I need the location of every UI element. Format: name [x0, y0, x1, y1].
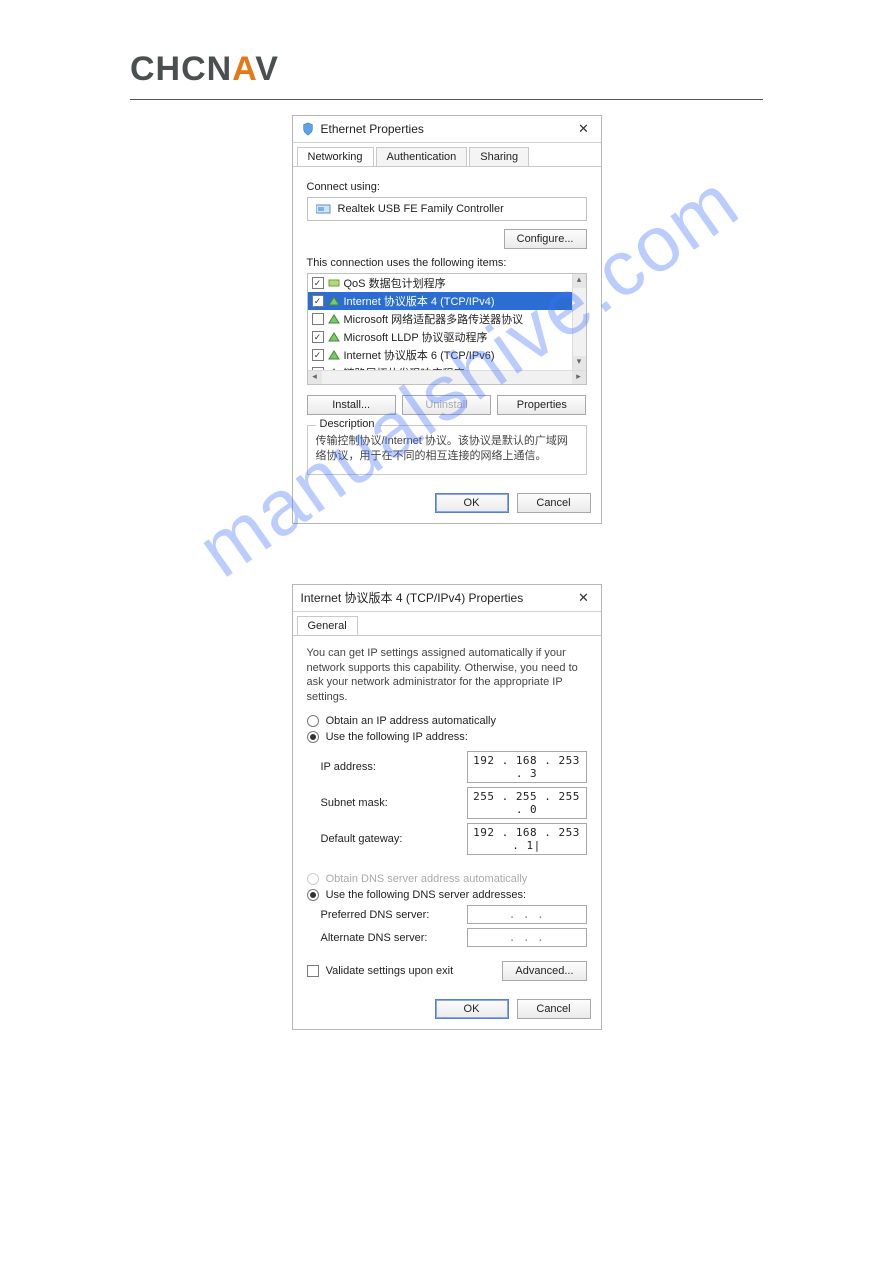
dialog-title: Internet 协议版本 4 (TCP/IPv4) Properties: [301, 589, 524, 606]
checkbox[interactable]: [312, 295, 324, 307]
ip-address-input[interactable]: 192 . 168 . 253 . 3: [467, 751, 587, 783]
subnet-mask-label: Subnet mask:: [321, 797, 467, 809]
tab-networking[interactable]: Networking: [297, 147, 374, 166]
preferred-dns-label: Preferred DNS server:: [321, 909, 467, 921]
dialog-title: Ethernet Properties: [321, 122, 424, 136]
radio-icon: [307, 873, 319, 885]
obtain-dns-label: Obtain DNS server address automatically: [326, 873, 528, 885]
item-label: QoS 数据包计划程序: [344, 275, 446, 291]
scrollbar-vertical[interactable]: ▴ ▾: [572, 274, 586, 370]
use-dns-label: Use the following DNS server addresses:: [326, 889, 527, 901]
protocol-icon: [328, 331, 340, 343]
nic-icon: [316, 203, 332, 215]
checkbox[interactable]: [312, 331, 324, 343]
checkbox[interactable]: [312, 349, 324, 361]
default-gateway-label: Default gateway:: [321, 833, 467, 845]
list-item[interactable]: Internet 协议版本 6 (TCP/IPv6): [308, 346, 572, 364]
tab-strip: Networking Authentication Sharing: [293, 143, 601, 167]
brand-text-a: CHCN: [130, 50, 232, 88]
radio-icon: [307, 715, 319, 727]
connect-using-label: Connect using:: [307, 181, 587, 193]
list-item[interactable]: Internet 协议版本 4 (TCP/IPv4): [308, 292, 572, 310]
cancel-button[interactable]: Cancel: [517, 999, 591, 1019]
obtain-ip-radio[interactable]: Obtain an IP address automatically: [307, 715, 496, 727]
use-ip-label: Use the following IP address:: [326, 731, 468, 743]
description-group: Description 传输控制协议/Internet 协议。该协议是默认的广域…: [307, 425, 587, 475]
alternate-dns-input[interactable]: . . .: [467, 928, 587, 947]
item-label: Microsoft 网络适配器多路传送器协议: [344, 311, 524, 327]
protocol-icon: [328, 349, 340, 361]
install-button[interactable]: Install...: [307, 395, 396, 415]
checkbox[interactable]: [312, 277, 324, 289]
radio-icon: [307, 889, 319, 901]
ethernet-properties-dialog: Ethernet Properties ✕ Networking Authent…: [292, 115, 602, 524]
network-icon: [301, 122, 315, 136]
checkbox-icon: [307, 965, 319, 977]
close-button[interactable]: ✕: [575, 589, 593, 607]
ip-address-label: IP address:: [321, 761, 467, 773]
list-item[interactable]: Microsoft 网络适配器多路传送器协议: [308, 310, 572, 328]
adapter-name: Realtek USB FE Family Controller: [338, 203, 504, 215]
tab-general[interactable]: General: [297, 616, 358, 635]
configure-button[interactable]: Configure...: [504, 229, 587, 249]
tab-sharing[interactable]: Sharing: [469, 147, 529, 166]
intro-text: You can get IP settings assigned automat…: [307, 646, 587, 705]
alternate-dns-label: Alternate DNS server:: [321, 932, 467, 944]
scrollbar-horizontal[interactable]: ◂ ▸: [308, 370, 586, 384]
dialog-titlebar: Internet 协议版本 4 (TCP/IPv4) Properties ✕: [293, 585, 601, 612]
validate-checkbox[interactable]: Validate settings upon exit: [307, 965, 454, 977]
description-legend: Description: [316, 418, 379, 430]
uninstall-button: Uninstall: [402, 395, 491, 415]
list-item[interactable]: Microsoft LLDP 协议驱动程序: [308, 328, 572, 346]
properties-button[interactable]: Properties: [497, 395, 586, 415]
header-divider: [130, 99, 763, 100]
brand-text-b: A: [232, 50, 255, 88]
default-gateway-input[interactable]: 192 . 168 . 253 . 1|: [467, 823, 587, 855]
scroll-right-icon[interactable]: ▸: [572, 371, 586, 384]
ipv4-properties-dialog: Internet 协议版本 4 (TCP/IPv4) Properties ✕ …: [292, 584, 602, 1031]
protocol-icon: [328, 295, 340, 307]
protocol-icon: [328, 277, 340, 289]
item-label: Internet 协议版本 6 (TCP/IPv6): [344, 347, 495, 363]
advanced-button[interactable]: Advanced...: [502, 961, 586, 981]
protocol-list[interactable]: QoS 数据包计划程序 Internet 协议版本 4 (TCP/IPv4) M…: [307, 273, 587, 385]
cancel-button[interactable]: Cancel: [517, 493, 591, 513]
checkbox[interactable]: [312, 313, 324, 325]
validate-label: Validate settings upon exit: [326, 965, 454, 977]
use-ip-radio[interactable]: Use the following IP address:: [307, 731, 468, 743]
brand-text-c: V: [255, 50, 279, 88]
list-item[interactable]: QoS 数据包计划程序: [308, 274, 572, 292]
ok-button[interactable]: OK: [435, 999, 509, 1019]
brand-logo: CHCNAV: [130, 50, 763, 89]
preferred-dns-input[interactable]: . . .: [467, 905, 587, 924]
item-label: Microsoft LLDP 协议驱动程序: [344, 329, 488, 345]
close-button[interactable]: ✕: [575, 120, 593, 138]
use-dns-radio[interactable]: Use the following DNS server addresses:: [307, 889, 527, 901]
ok-button[interactable]: OK: [435, 493, 509, 513]
item-label: Internet 协议版本 4 (TCP/IPv4): [344, 293, 495, 309]
scroll-up-icon[interactable]: ▴: [573, 274, 586, 288]
scroll-left-icon[interactable]: ◂: [308, 371, 322, 384]
tab-authentication[interactable]: Authentication: [376, 147, 468, 166]
scroll-down-icon[interactable]: ▾: [573, 356, 586, 370]
items-label: This connection uses the following items…: [307, 257, 587, 269]
obtain-dns-radio: Obtain DNS server address automatically: [307, 873, 528, 885]
protocol-icon: [328, 313, 340, 325]
adapter-field[interactable]: Realtek USB FE Family Controller: [307, 197, 587, 221]
subnet-mask-input[interactable]: 255 . 255 . 255 . 0: [467, 787, 587, 819]
description-text: 传输控制协议/Internet 协议。该协议是默认的广域网络协议，用于在不同的相…: [316, 434, 578, 464]
dialog-titlebar: Ethernet Properties ✕: [293, 116, 601, 143]
obtain-ip-label: Obtain an IP address automatically: [326, 715, 496, 727]
radio-icon: [307, 731, 319, 743]
